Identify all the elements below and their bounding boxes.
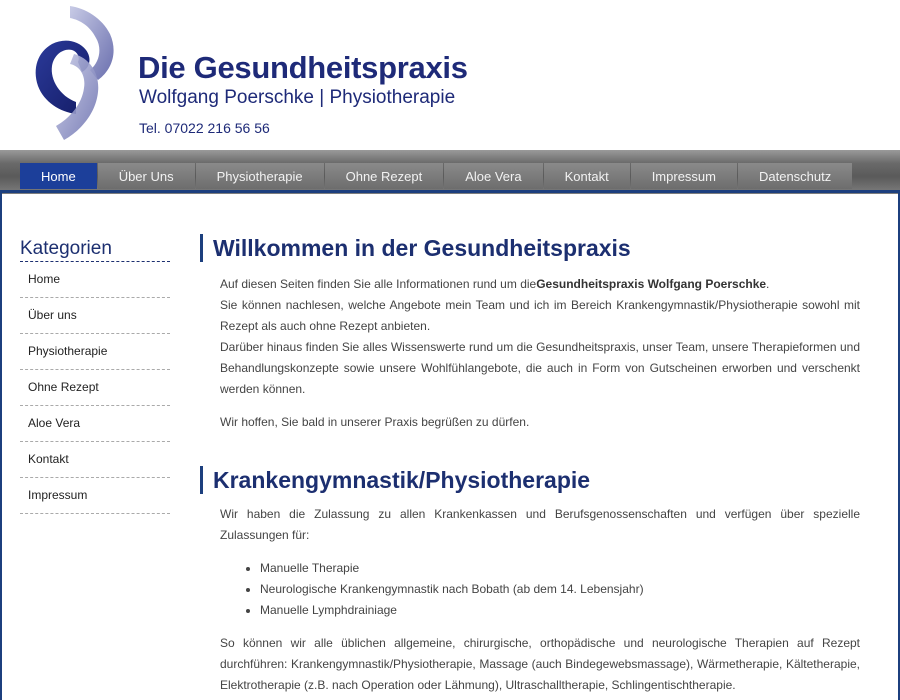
sidebar-item-home[interactable]: Home [20, 262, 170, 298]
welcome-intro-end: . [766, 277, 770, 291]
brand-title: Die Gesundheitspraxis [138, 50, 468, 85]
sidebar-title: Kategorien [20, 238, 170, 262]
brand-phone: Tel. 07022 216 56 56 [139, 120, 270, 136]
nav-item-datenschutz[interactable]: Datenschutz [737, 163, 853, 189]
nav-item-ueber-uns[interactable]: Über Uns [97, 163, 195, 189]
sidebar: Kategorien Home Über uns Physiotherapie … [20, 238, 170, 514]
list-item: Neurologische Krankengymnastik nach Boba… [260, 579, 860, 600]
sidebar-item-ohne-rezept[interactable]: Ohne Rezept [20, 370, 170, 406]
welcome-title: Willkommen in der Gesundheitspraxis [200, 234, 860, 262]
nav-item-impressum[interactable]: Impressum [630, 163, 737, 189]
site-header: Die Gesundheitspraxis Wolfgang Poerschke… [0, 0, 900, 150]
welcome-intro-text: Auf diesen Seiten finden Sie alle Inform… [220, 277, 537, 291]
physio-outro: So können wir alle üblichen allgemeine, … [220, 636, 860, 692]
list-item: Manuelle Lymphdrainiage [260, 600, 860, 621]
nav-item-physiotherapie[interactable]: Physiotherapie [195, 163, 324, 189]
nav-item-aloe-vera[interactable]: Aloe Vera [444, 163, 543, 189]
welcome-intro: Auf diesen Seiten finden Sie alle Inform… [200, 274, 860, 295]
frame-border-left [0, 193, 2, 700]
nav-item-kontakt[interactable]: Kontakt [543, 163, 630, 189]
practice-name: Gesundheitspraxis Wolfgang Poerschke [536, 277, 767, 291]
logo-icon[interactable] [30, 4, 116, 144]
nav-underline [0, 190, 900, 193]
nav-item-home[interactable]: Home [20, 163, 97, 189]
physio-intro: Wir haben die Zulassung zu allen Kranken… [220, 507, 860, 542]
physio-bullet-list: Manuelle Therapie Neurologische Krankeng… [200, 558, 860, 621]
welcome-info: Darüber hinaus finden Sie alles Wissensw… [220, 340, 860, 396]
sidebar-item-physiotherapie[interactable]: Physiotherapie [20, 334, 170, 370]
sidebar-item-aloe-vera[interactable]: Aloe Vera [20, 406, 170, 442]
welcome-offers: Sie können nachlesen, welche Angebote me… [220, 298, 860, 333]
physio-title: Krankengymnastik/Physiotherapie [200, 466, 860, 494]
list-item: Manuelle Therapie [260, 558, 860, 579]
brand-subtitle: Wolfgang Poerschke | Physiotherapie [139, 87, 456, 108]
main-content: Willkommen in der Gesundheitspraxis Auf … [200, 234, 860, 696]
sidebar-item-kontakt[interactable]: Kontakt [20, 442, 170, 478]
sidebar-item-impressum[interactable]: Impressum [20, 478, 170, 514]
welcome-closing: Wir hoffen, Sie bald in unserer Praxis b… [220, 415, 530, 429]
nav-items: Home Über Uns Physiotherapie Ohne Rezept… [20, 163, 853, 189]
nav-item-ohne-rezept[interactable]: Ohne Rezept [324, 163, 444, 189]
sidebar-item-ueber-uns[interactable]: Über uns [20, 298, 170, 334]
main-nav: Home Über Uns Physiotherapie Ohne Rezept… [0, 150, 900, 194]
